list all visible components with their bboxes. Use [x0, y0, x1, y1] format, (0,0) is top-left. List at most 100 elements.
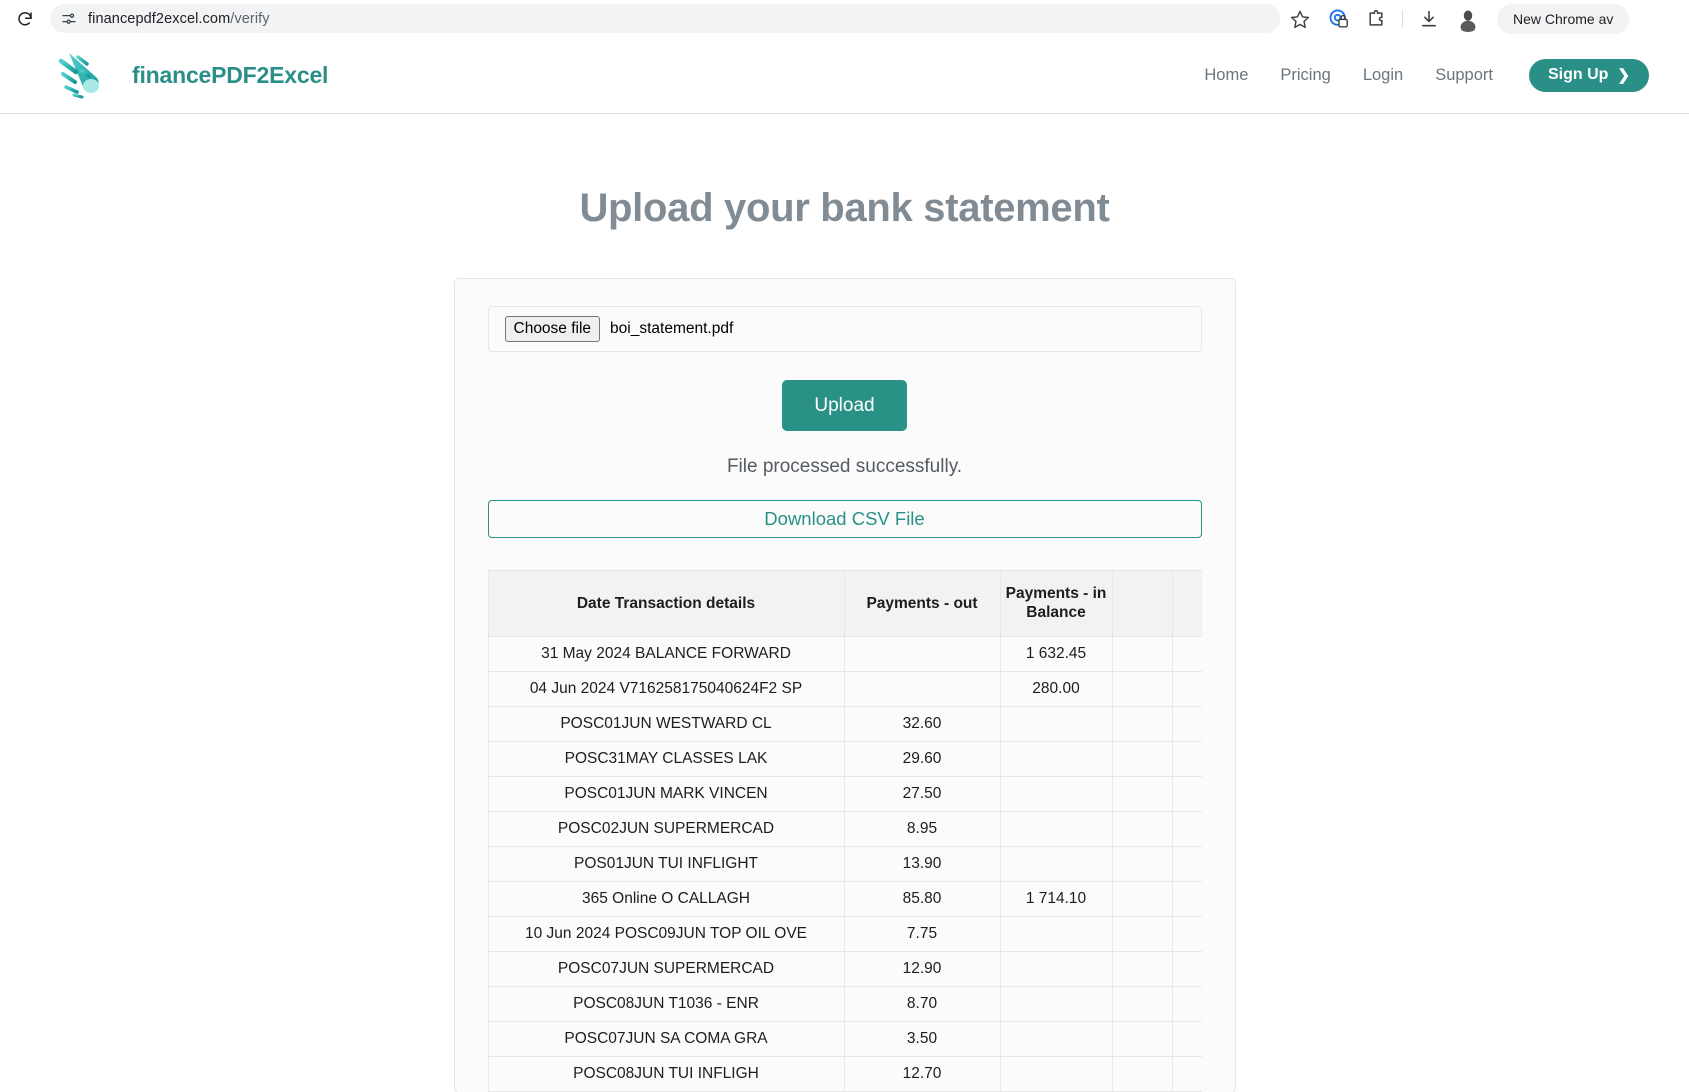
address-bar[interactable]: financepdf2excel.com/verify [50, 4, 1280, 33]
cell-extra-2 [1171, 1055, 1202, 1092]
cell-extra-2 [1171, 845, 1202, 882]
table-row: POS01JUN TUI INFLIGHT 13.90 [487, 845, 1202, 882]
column-header-extra-2 [1171, 570, 1202, 637]
url-domain: financepdf2excel.com [88, 10, 231, 27]
chevron-right-icon: ❯ [1617, 66, 1630, 84]
cell-payments-in-balance [999, 950, 1113, 987]
cell-details: 10 Jun 2024 POSC09JUN TOP OIL OVE [487, 915, 845, 952]
cell-payments-in-balance [999, 985, 1113, 1022]
cell-extra-1 [1111, 810, 1173, 847]
upload-button-row: Upload [488, 380, 1202, 431]
profile-avatar-icon[interactable] [1455, 5, 1481, 32]
upload-card: Choose file boi_statement.pdf Upload Fil… [453, 278, 1236, 1092]
table-header-row: Date Transaction details Payments - out … [487, 570, 1202, 637]
site-header: financePDF2Excel Home Pricing Login Supp… [0, 37, 1689, 114]
cell-payments-out: 29.60 [843, 740, 1001, 777]
cell-payments-out: 12.90 [843, 950, 1001, 987]
sign-up-button[interactable]: Sign Up ❯ [1528, 58, 1649, 92]
cell-extra-2 [1171, 1020, 1202, 1057]
table-row: 365 Online O CALLAGH 85.80 1 714.10 [487, 880, 1202, 917]
cell-payments-out: 8.95 [843, 810, 1001, 847]
file-input-row[interactable]: Choose file boi_statement.pdf [487, 306, 1202, 352]
cell-extra-1 [1111, 705, 1173, 742]
upload-button[interactable]: Upload [782, 380, 907, 431]
choose-file-button[interactable]: Choose file [504, 316, 601, 342]
cell-payments-in-balance [999, 740, 1113, 777]
toolbar-divider [1402, 9, 1403, 28]
nav-item-support[interactable]: Support [1419, 58, 1509, 93]
table-row: 04 Jun 2024 V716258175040624F2 SP 280.00 [487, 670, 1202, 707]
cell-payments-out: 32.60 [843, 705, 1001, 742]
cell-extra-2 [1171, 705, 1202, 742]
page-content: Upload your bank statement Choose file b… [0, 114, 1689, 1092]
cell-extra-1 [1111, 1020, 1173, 1057]
table-row: POSC31MAY CLASSES LAK 29.60 [487, 740, 1202, 777]
chrome-update-pill[interactable]: New Chrome av [1497, 3, 1630, 34]
cell-payments-out: 3.50 [843, 1020, 1001, 1057]
table-body: 31 May 2024 BALANCE FORWARD 1 632.45 04 Ju… [487, 635, 1202, 1092]
bookmark-star-icon[interactable] [1288, 7, 1312, 31]
cell-payments-in-balance: 280.00 [999, 670, 1113, 707]
cell-extra-2 [1171, 810, 1202, 847]
cell-payments-in-balance [999, 915, 1113, 952]
cell-details: 31 May 2024 BALANCE FORWARD [487, 635, 845, 672]
cell-extra-2 [1171, 880, 1202, 917]
cell-payments-in-balance [999, 775, 1113, 812]
cell-payments-out [843, 670, 1001, 707]
comet-logo-icon [56, 47, 118, 103]
brand-name: financePDF2Excel [132, 61, 329, 88]
nav-item-home[interactable]: Home [1188, 58, 1264, 93]
cell-payments-out: 85.80 [843, 880, 1001, 917]
table-row: POSC08JUN T1036 - ENR 8.70 [487, 985, 1202, 1022]
cell-payments-in-balance [999, 1020, 1113, 1057]
column-header-payments-in-balance: Payments - in Balance [999, 570, 1113, 637]
cell-extra-2 [1171, 670, 1202, 707]
cell-extra-1 [1111, 915, 1173, 952]
cell-details: POSC31MAY CLASSES LAK [487, 740, 845, 777]
cell-details: POSC01JUN WESTWARD CL [487, 705, 845, 742]
cell-details: POS01JUN TUI INFLIGHT [487, 845, 845, 882]
cell-extra-2 [1171, 915, 1202, 952]
cell-payments-in-balance [999, 845, 1113, 882]
table-head: Date Transaction details Payments - out … [487, 570, 1202, 637]
cell-extra-1 [1111, 1055, 1173, 1092]
cell-payments-out: 27.50 [843, 775, 1001, 812]
downloads-icon[interactable] [1417, 7, 1441, 31]
brand[interactable]: financePDF2Excel [56, 47, 328, 103]
browser-action-icons: New Chrome av [1326, 3, 1635, 34]
browser-toolbar: financepdf2excel.com/verify New Chrome a… [0, 0, 1689, 37]
cell-payments-in-balance: 1 714.10 [999, 880, 1113, 917]
cell-payments-out: 12.70 [843, 1055, 1001, 1092]
cell-details: POSC01JUN MARK VINCEN [487, 775, 845, 812]
cell-extra-1 [1111, 845, 1173, 882]
cell-payments-in-balance [999, 810, 1113, 847]
download-csv-button[interactable]: Download CSV File [487, 500, 1202, 538]
extensions-puzzle-icon[interactable] [1364, 7, 1388, 31]
sign-up-label: Sign Up [1547, 66, 1609, 83]
status-message: File processed successfully. [726, 456, 963, 477]
table-row: POSC08JUN TUI INFLIGH 12.70 [487, 1055, 1202, 1092]
cell-payments-out: 8.70 [843, 985, 1001, 1022]
nav-item-login[interactable]: Login [1347, 58, 1419, 93]
cell-extra-1 [1111, 740, 1173, 777]
cell-details: POSC08JUN TUI INFLIGH [487, 1055, 845, 1092]
table-row: POSC07JUN SUPERMERCAD 12.90 [487, 950, 1202, 987]
cell-payments-in-balance: 1 632.45 [999, 635, 1113, 672]
password-manager-icon[interactable] [1326, 7, 1350, 31]
column-header-details: Date Transaction details [487, 570, 845, 637]
cell-extra-1 [1111, 670, 1173, 707]
nav-item-pricing[interactable]: Pricing [1264, 58, 1346, 93]
cell-extra-1 [1111, 950, 1173, 987]
cell-payments-in-balance [999, 705, 1113, 742]
column-header-extra-1 [1111, 570, 1173, 637]
cell-details: POSC07JUN SUPERMERCAD [487, 950, 845, 987]
table-row: POSC01JUN MARK VINCEN 27.50 [487, 775, 1202, 812]
main-nav: Home Pricing Login Support Sign Up ❯ [1188, 58, 1649, 93]
cell-extra-1 [1111, 880, 1173, 917]
cell-payments-out [843, 635, 1001, 672]
reload-icon[interactable] [12, 6, 38, 32]
cell-payments-in-balance [999, 1055, 1113, 1092]
cell-details: POSC08JUN T1036 - ENR [487, 985, 845, 1022]
site-settings-icon[interactable] [60, 10, 78, 28]
table-row: POSC07JUN SA COMA GRA 3.50 [487, 1020, 1202, 1057]
